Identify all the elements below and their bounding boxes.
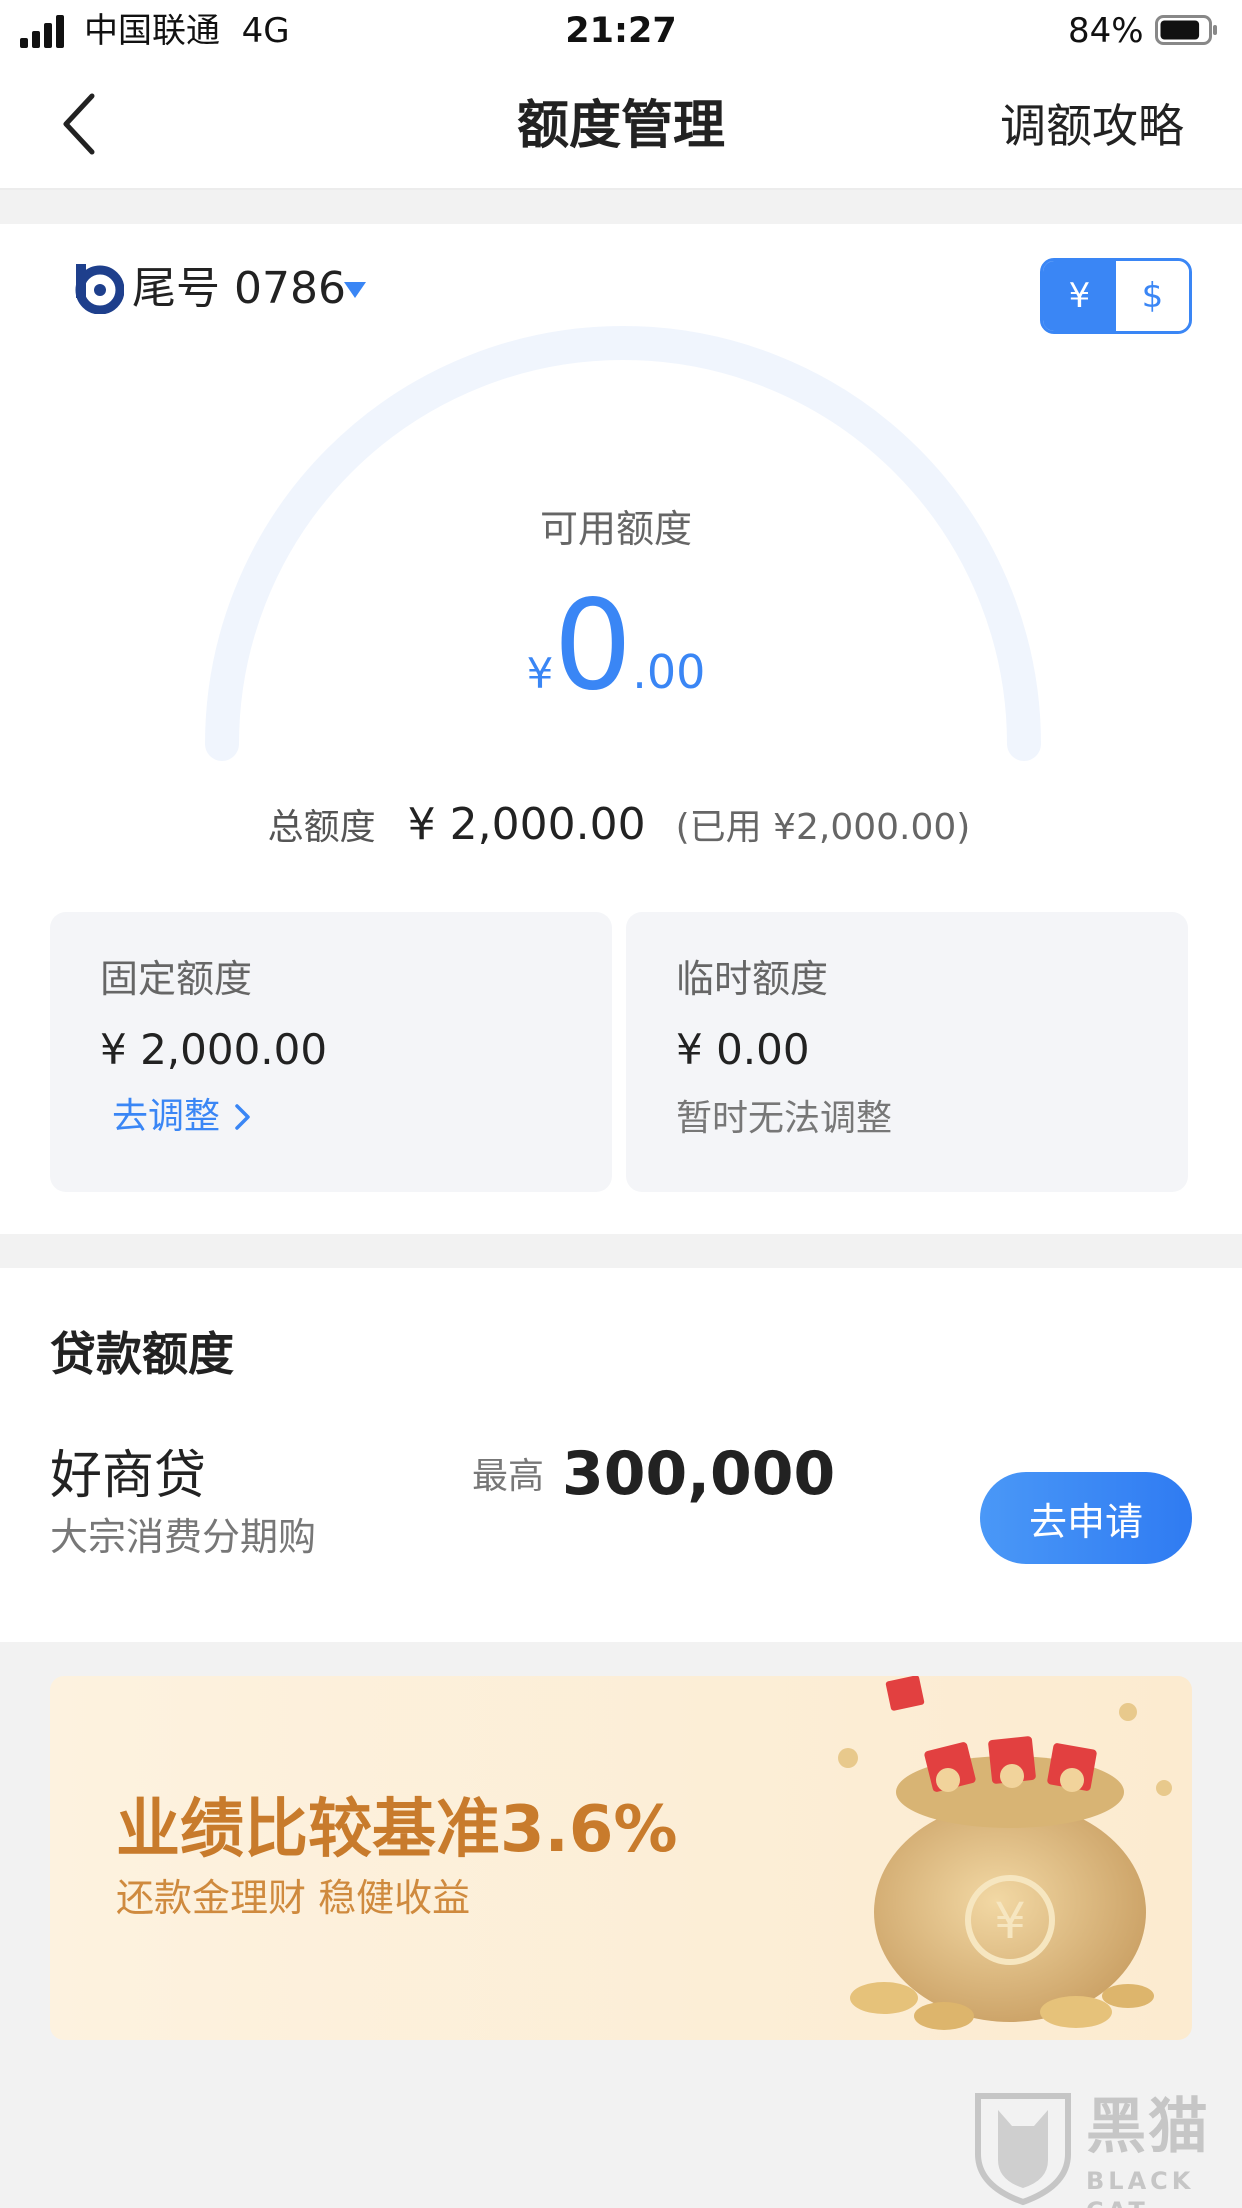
available-limit-label: 可用额度 [539, 507, 692, 551]
total-limit-label: 总额度 [267, 807, 376, 848]
bank-logo-icon [75, 264, 124, 314]
nav-bar: 额度管理 调额攻略 [0, 62, 1242, 190]
temporary-limit-box: 临时额度 ¥ 0.00 暂时无法调整 [626, 912, 1188, 1192]
total-limit-row: 总额度 ¥ 2,000.00 (已用 ¥2,000.00) [0, 798, 1238, 861]
back-icon[interactable] [52, 86, 112, 162]
loan-max-value: 300,000 [562, 1439, 836, 1509]
watermark-subtext: BLACK CAT [1086, 2167, 1195, 2208]
available-limit-amount: ¥0.00 [0, 584, 1232, 708]
battery-percent: 84% [1068, 11, 1144, 51]
caret-down-icon[interactable] [344, 282, 366, 298]
loan-product-description: 大宗消费分期购 [50, 1515, 317, 1559]
fixed-limit-title: 固定额度 [100, 957, 253, 1001]
temporary-limit-amount: ¥ 0.00 [676, 1025, 810, 1074]
wealth-promo-banner[interactable]: 业绩比较基准3.6% 还款金理财 稳健收益 ¥ [50, 1676, 1192, 2040]
loan-max-prefix: 最高 [472, 1456, 545, 1497]
chevron-right-icon[interactable] [234, 1102, 252, 1132]
adjust-limit-label[interactable]: 去调整 [112, 1092, 220, 1142]
fixed-limit-box: 固定额度 ¥ 2,000.00 去调整 [50, 912, 612, 1192]
available-currency-symbol: ¥ [526, 649, 554, 698]
money-bag-illustration: ¥ [838, 1676, 1172, 2030]
temporary-limit-title: 临时额度 [676, 957, 829, 1001]
fixed-limit-amount: ¥ 2,000.00 [100, 1025, 328, 1074]
black-cat-watermark: 黑猫 BLACK CAT [968, 2090, 1242, 2208]
available-integer: 0 [553, 574, 633, 718]
banner-subtitle: 还款金理财 稳健收益 [116, 1876, 471, 1920]
temporary-limit-note: 暂时无法调整 [676, 1098, 893, 1139]
loan-product-name: 好商贷 [50, 1446, 207, 1506]
black-cat-logo [975, 2093, 1071, 2206]
currency-option-usd[interactable]: $ [1116, 261, 1189, 331]
watermark-text: 黑猫 [1086, 2092, 1210, 2162]
apply-button[interactable]: 去申请 [980, 1472, 1192, 1564]
banner-title: 业绩比较基准3.6% [116, 1793, 678, 1867]
loan-section-heading: 贷款额度 [50, 1327, 234, 1381]
adjust-limit-link[interactable]: 去调整 [112, 1092, 252, 1142]
available-decimal: .00 [632, 645, 706, 699]
total-limit-value: ¥ 2,000.00 [407, 799, 646, 850]
battery-icon [1155, 15, 1217, 45]
currency-toggle[interactable]: ¥ $ [1040, 258, 1192, 334]
limit-strategy-link[interactable]: 调额攻略 [1000, 94, 1184, 158]
used-amount: (已用 ¥2,000.00) [675, 807, 971, 848]
clock: 21:27 [565, 11, 677, 51]
svg-text:¥: ¥ [994, 1892, 1026, 1950]
